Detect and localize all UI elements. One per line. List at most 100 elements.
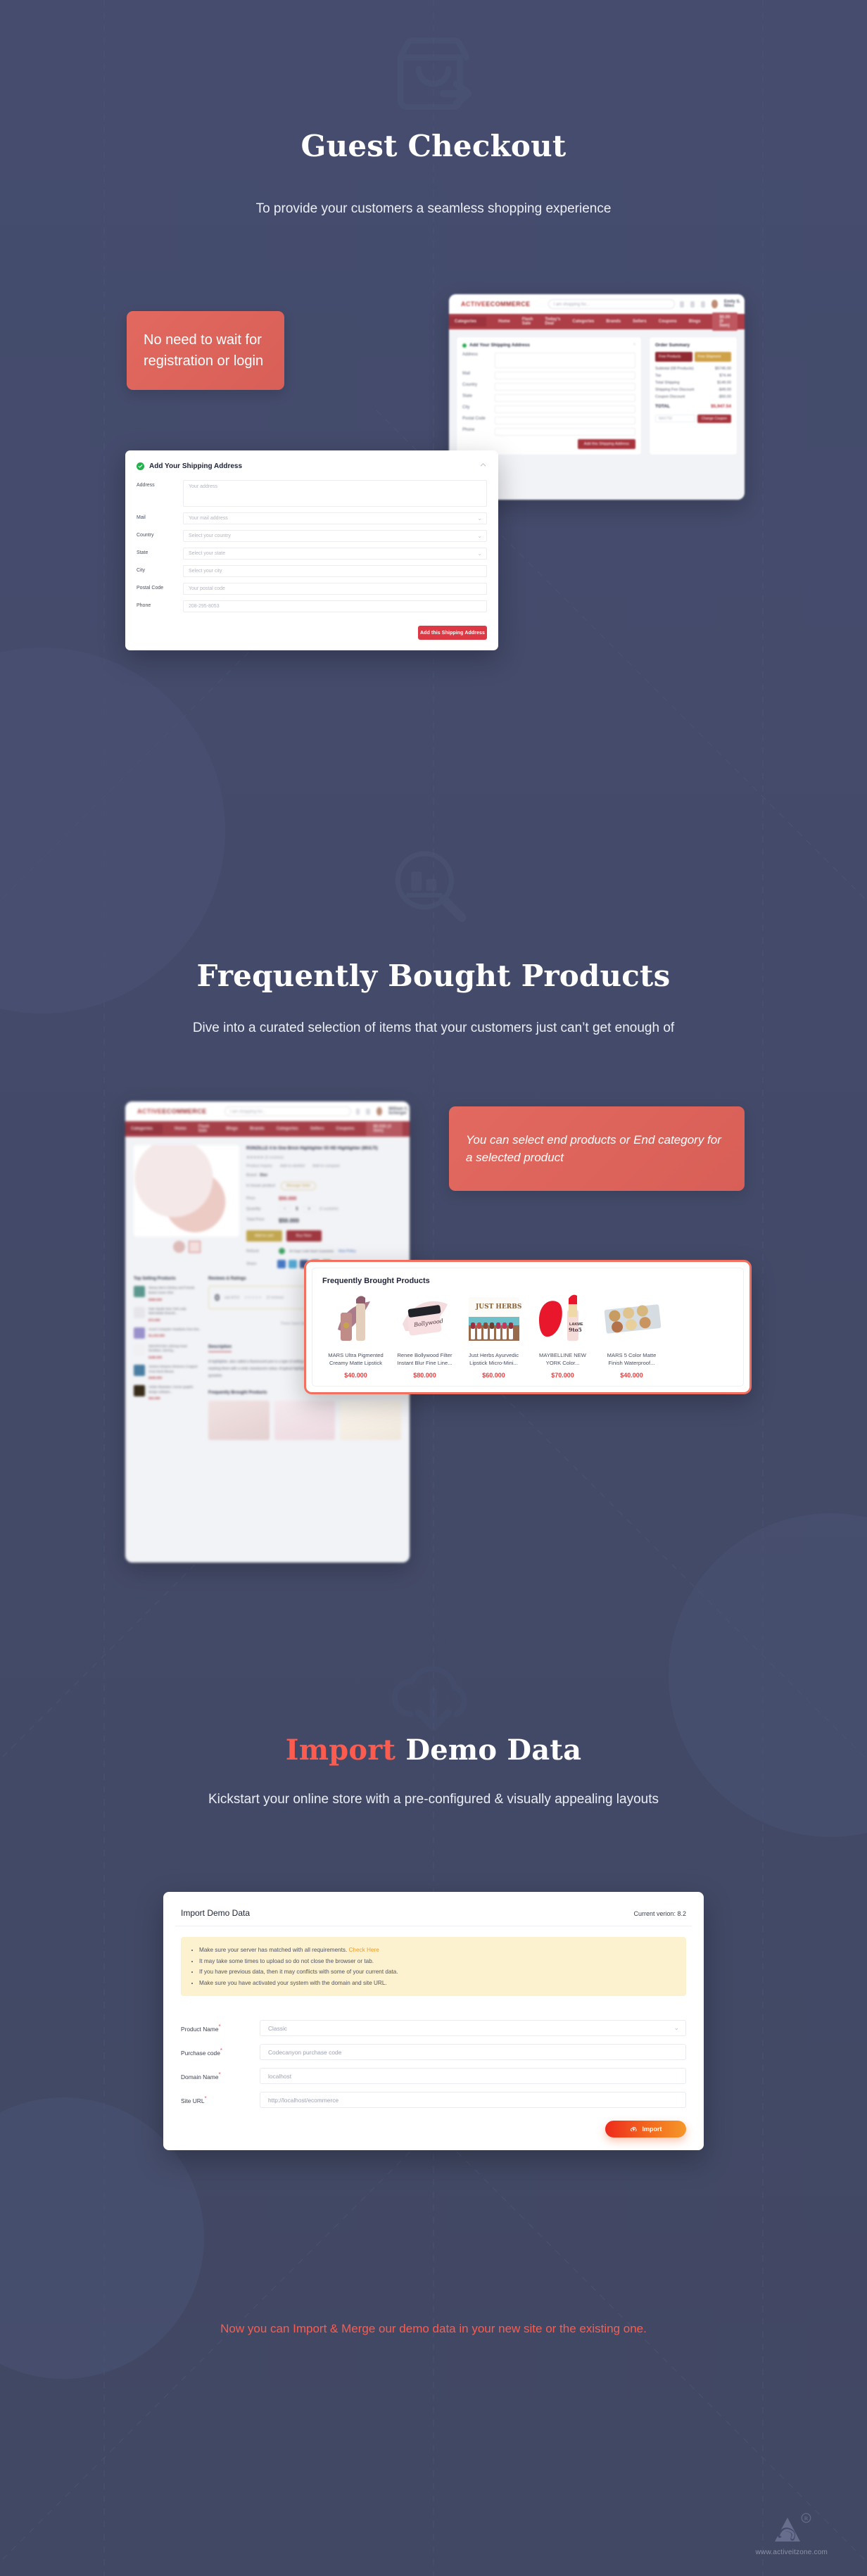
check-here-link[interactable]: Check Here (349, 1947, 379, 1953)
field-label: City (137, 568, 146, 573)
mock-navbar: Categories Home Flash Sale Today's Deal … (449, 312, 745, 331)
product-card[interactable]: JUST HERBS Just Herbs Ayurvedic Lipstick… (460, 1291, 527, 1379)
add-to-cart-button[interactable]: Add to cart (246, 1230, 282, 1242)
description-tab[interactable]: Description (208, 1345, 232, 1353)
nav-categories[interactable]: Categories (572, 320, 594, 324)
product-card[interactable]: MARS Ultra Pigmented Creamy Matte Lipsti… (322, 1291, 389, 1379)
nav-home[interactable]: Home (498, 320, 510, 324)
city-input[interactable]: Select your city (183, 565, 487, 577)
categories-menu[interactable]: Categories (125, 1124, 163, 1134)
wishlist-icon[interactable] (366, 1108, 371, 1115)
product-card[interactable]: MARS 5 Color Matte Finish Waterproof... … (598, 1291, 665, 1379)
svg-text:JUST HERBS: JUST HERBS (475, 1303, 521, 1311)
cart-button[interactable]: $6.930 (4 item) (366, 1122, 403, 1136)
product-name-select[interactable]: Classic ⌄ (260, 2020, 686, 2037)
wishlist-icon[interactable] (690, 301, 695, 308)
thumbnail (134, 1306, 145, 1318)
thumbnail[interactable] (340, 1401, 402, 1441)
chevron-up-icon[interactable]: ^ (633, 343, 635, 348)
list-item[interactable]: SWAROVSKI Lifelong Heart Necklace, Earri… (134, 1344, 201, 1359)
product-card[interactable]: LAKME 9to5 MAYBELLINE NEW YORK Color... … (529, 1291, 596, 1379)
nav-brands[interactable]: Brands (606, 320, 621, 324)
share-twitter-icon[interactable] (289, 1260, 297, 1269)
field-label: Product Name* (181, 2023, 221, 2033)
mock-add-address-button[interactable]: Add this Shipping Address (577, 439, 635, 449)
search-input[interactable]: I am shopping for... (548, 299, 675, 309)
field-label: Address (137, 483, 155, 488)
nav-flash-sale[interactable]: Flash Sale (198, 1125, 215, 1133)
nav-brands[interactable]: Brands (250, 1127, 265, 1131)
nav-sellers[interactable]: Sellers (310, 1127, 324, 1131)
list-item[interactable]: Kate Spade New York Lady Marmalade Brace… (134, 1306, 201, 1322)
purchase-code-input[interactable]: Codecanyon purchase code (260, 2044, 686, 2061)
product-image-mars-palette (598, 1291, 665, 1347)
buy-now-button[interactable]: Buy Now (286, 1230, 322, 1242)
free-products-tab[interactable]: Free Products (655, 352, 692, 362)
state-select[interactable]: Select your state ⌄ (183, 548, 487, 560)
nav-todays-deal[interactable]: Today's Deal (545, 317, 560, 326)
list-item[interactable]: Disney Men's Mickey and Friends Button D… (134, 1286, 201, 1301)
avatar[interactable] (376, 1107, 382, 1116)
frequently-bought-inner: Frequently Brought Products MARS Ultra P… (312, 1268, 744, 1387)
message-seller-button[interactable]: Message Seller (280, 1182, 317, 1191)
nav-home[interactable]: Home (175, 1127, 186, 1131)
thumbnail (134, 1286, 145, 1298)
mail-select[interactable]: Your mail address ⌄ (183, 512, 487, 524)
product-price: $40.000 (344, 1372, 367, 1379)
notification-icon[interactable] (701, 301, 706, 308)
list-item[interactable]: Adobe Illustrator | Vector graphic desig… (134, 1385, 201, 1400)
search-input[interactable]: I am shopping for... (224, 1106, 351, 1116)
free-shipment-tab[interactable]: Free Shipment (694, 352, 731, 362)
product-card[interactable]: Bollywood Renee Bollywood Filter Instant… (391, 1291, 458, 1379)
coupon-input[interactable]: MAX750 (655, 415, 695, 422)
avatar[interactable] (711, 300, 718, 308)
shipping-address-card: Add Your Shipping Address Address Your a… (125, 450, 498, 650)
phone-input[interactable]: 208-295-8053 (183, 600, 487, 612)
change-coupon-button[interactable]: Change Coupon (697, 415, 731, 423)
add-to-wishlist-link[interactable]: Add to wishlist (280, 1164, 305, 1168)
thumbnail[interactable] (274, 1401, 336, 1441)
product-carousel[interactable]: MARS Ultra Pigmented Creamy Matte Lipsti… (312, 1291, 743, 1379)
add-shipping-address-button[interactable]: Add this Shipping Address (418, 626, 487, 640)
compare-icon[interactable] (679, 301, 684, 308)
categories-menu[interactable]: Categories (449, 317, 487, 327)
cloud-upload-icon (630, 2126, 637, 2132)
postal-code-input[interactable]: Your postal code (183, 583, 487, 595)
chevron-up-icon[interactable] (479, 460, 487, 472)
brand-url: www.activeitzone.com (755, 2549, 828, 2556)
country-select[interactable]: Select your country ⌄ (183, 530, 487, 542)
view-policy-link[interactable]: View Policy (338, 1249, 355, 1254)
shipping-card-title: Add Your Shipping Address (149, 462, 243, 470)
qty-minus-button[interactable]: − (279, 1206, 291, 1213)
thumbnail[interactable] (208, 1401, 270, 1441)
nav-categories[interactable]: Categories (277, 1127, 298, 1131)
qty-plus-button[interactable]: + (303, 1206, 315, 1213)
nav-sellers[interactable]: Sellers (633, 320, 647, 324)
nav-blogs[interactable]: Blogs (689, 320, 701, 324)
add-to-compare-link[interactable]: Add to compare (312, 1164, 340, 1168)
import-button[interactable]: Import (605, 2121, 686, 2138)
list-item[interactable]: Arozzi Computer Headsets Over-Ear... $1,… (134, 1327, 201, 1339)
site-url-input[interactable]: http://localhost/ecommerce (260, 2092, 686, 2109)
domain-name-input[interactable]: localhost (260, 2068, 686, 2085)
nav-blogs[interactable]: Blogs (226, 1127, 238, 1131)
thumbnail[interactable] (188, 1241, 201, 1253)
frequently-bought-card: Frequently Brought Products MARS Ultra P… (304, 1260, 752, 1394)
user-name: William C. Scherger (388, 1107, 409, 1116)
nav-coupons[interactable]: Coupons (336, 1127, 354, 1131)
nav-coupons[interactable]: Coupons (659, 320, 677, 324)
cart-button[interactable]: $0.00 (0 item) (712, 312, 738, 331)
magnifier-chart-icon (386, 842, 481, 937)
field-phone: Phone 208-295-8053 (125, 600, 498, 612)
list-item[interactable]: Jessica Simpson Womens Cropped Crew Neck… (134, 1364, 201, 1379)
nav-flash-sale[interactable]: Flash Sale (522, 317, 533, 326)
mock-shipping-heading: Add Your Shipping Address (469, 343, 530, 348)
thumbnail (134, 1327, 145, 1339)
address-input[interactable]: Your address (183, 480, 487, 507)
section-subtitle: Dive into a curated selection of items t… (192, 1021, 675, 1035)
thumbnail[interactable] (172, 1241, 185, 1253)
field-postal-code: Postal Code Your postal code (125, 583, 498, 595)
share-email-icon[interactable] (277, 1260, 286, 1269)
compare-icon[interactable] (355, 1108, 360, 1115)
product-inquiry-link[interactable]: Product Inquiry (246, 1164, 272, 1168)
